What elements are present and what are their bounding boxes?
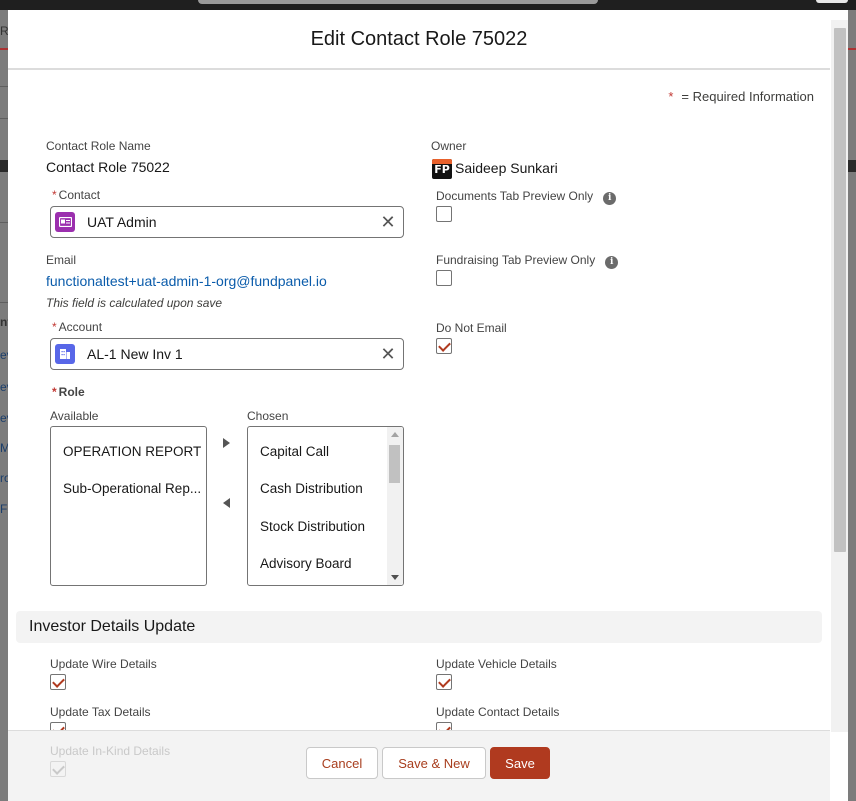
chosen-option[interactable]: Stock Distribution: [260, 519, 365, 534]
background-divider: [0, 222, 8, 223]
background-divider: [0, 118, 8, 119]
background-search-bar: [198, 0, 598, 4]
update-tax-details-label: Update Tax Details: [50, 705, 151, 719]
account-label: * Account: [52, 320, 102, 334]
move-to-available-icon[interactable]: [223, 498, 230, 508]
contact-label-text: Contact: [58, 188, 101, 202]
chosen-option[interactable]: Cash Distribution: [260, 481, 363, 496]
background-divider: [0, 302, 8, 303]
background-left-edge: [0, 10, 8, 801]
available-option[interactable]: OPERATION REPORT: [63, 444, 201, 459]
update-wire-details-checkbox[interactable]: [50, 674, 66, 690]
background-header-button: [816, 0, 848, 3]
available-option[interactable]: Sub-Operational Rep...: [63, 481, 201, 496]
email-label: Email: [46, 253, 77, 267]
required-information-text: = Required Information: [681, 89, 814, 104]
background-dark-band: [0, 160, 8, 172]
owner-avatar-logo: FP: [432, 159, 452, 179]
contact-card-icon: [55, 212, 75, 232]
required-information-note: * = Required Information: [668, 89, 814, 104]
contact-role-name-label: Contact Role Name: [46, 139, 151, 153]
account-building-icon: [55, 344, 75, 364]
fundraising-tab-preview-text: Fundraising Tab Preview Only: [436, 253, 596, 267]
owner-name-link[interactable]: Saideep Sunkari: [455, 160, 558, 176]
documents-tab-preview-checkbox[interactable]: [436, 206, 452, 222]
update-vehicle-details-label: Update Vehicle Details: [436, 657, 557, 671]
background-red-line: [0, 48, 8, 50]
fundraising-tab-preview-checkbox[interactable]: [436, 270, 452, 286]
modal-body: * = Required Information Contact Role Nam…: [8, 72, 830, 730]
required-star: *: [52, 188, 57, 202]
modal-footer: Update In-Kind Details Cancel Save & New…: [8, 730, 830, 801]
required-star: *: [52, 385, 57, 399]
account-lookup-value: AL-1 New Inv 1: [87, 346, 183, 362]
role-label: * Role: [52, 385, 85, 399]
email-link[interactable]: functionaltest+uat-admin-1-org@fundpanel…: [46, 273, 327, 289]
documents-tab-preview-text: Documents Tab Preview Only: [436, 189, 594, 203]
background-divider: [0, 86, 8, 87]
documents-tab-preview-label: Documents Tab Preview Only i: [436, 189, 617, 205]
background-dark-band: [848, 160, 856, 172]
update-contact-details-label: Update Contact Details: [436, 705, 560, 719]
update-contact-details-checkbox[interactable]: [436, 722, 452, 730]
contact-label: * Contact: [52, 188, 100, 202]
account-lookup-field[interactable]: AL-1 New Inv 1 ✕: [50, 338, 404, 370]
update-vehicle-details-checkbox[interactable]: [436, 674, 452, 690]
update-tax-details-checkbox[interactable]: [50, 722, 66, 730]
chosen-listbox-scroll-thumb[interactable]: [389, 445, 400, 483]
required-star: *: [52, 320, 57, 334]
modal-scrollbar-thumb[interactable]: [834, 28, 846, 552]
scroll-down-icon[interactable]: [391, 575, 399, 580]
contact-lookup-value: UAT Admin: [87, 214, 157, 230]
role-label-text: Role: [58, 385, 85, 399]
owner-label: Owner: [431, 139, 467, 153]
info-icon[interactable]: i: [603, 192, 617, 205]
email-calculated-note: This field is calculated upon save: [46, 296, 223, 310]
background-right-edge: [848, 10, 856, 801]
account-label-text: Account: [58, 320, 103, 334]
contact-lookup-field[interactable]: UAT Admin ✕: [50, 206, 404, 238]
contact-role-name-value: Contact Role 75022: [46, 159, 170, 175]
required-star: *: [668, 89, 674, 104]
update-in-kind-details-label: Update In-Kind Details: [50, 744, 171, 758]
chosen-label: Chosen: [247, 409, 289, 423]
available-label: Available: [50, 409, 99, 423]
save-button[interactable]: Save: [490, 747, 550, 779]
move-to-chosen-icon[interactable]: [223, 438, 230, 448]
info-icon[interactable]: i: [605, 256, 619, 269]
do-not-email-checkbox[interactable]: [436, 338, 452, 354]
modal-title: Edit Contact Role 75022: [310, 27, 528, 50]
chosen-option[interactable]: Advisory Board: [260, 556, 352, 571]
fundraising-tab-preview-label: Fundraising Tab Preview Only i: [436, 253, 619, 269]
clear-contact-icon[interactable]: ✕: [373, 212, 403, 233]
investor-details-section-title: Investor Details Update: [29, 618, 196, 635]
update-wire-details-label: Update Wire Details: [50, 657, 157, 671]
save-and-new-button[interactable]: Save & New: [382, 747, 486, 779]
update-in-kind-details-checkbox: [50, 761, 66, 777]
cancel-button[interactable]: Cancel: [306, 747, 378, 779]
available-listbox[interactable]: OPERATION REPORT Sub-Operational Rep...: [50, 426, 207, 586]
do-not-email-label: Do Not Email: [436, 321, 507, 335]
scroll-up-icon[interactable]: [391, 432, 399, 437]
investor-details-section-header[interactable]: Investor Details Update: [16, 611, 822, 643]
chosen-option[interactable]: Capital Call: [260, 444, 329, 459]
background-red-line: [848, 48, 856, 50]
clear-account-icon[interactable]: ✕: [373, 344, 403, 365]
edit-contact-role-modal: Edit Contact Role 75022 * = Required Info…: [8, 10, 848, 801]
chosen-listbox[interactable]: Capital Call Cash Distribution Stock Dis…: [247, 426, 404, 586]
modal-header: Edit Contact Role 75022: [8, 10, 830, 70]
